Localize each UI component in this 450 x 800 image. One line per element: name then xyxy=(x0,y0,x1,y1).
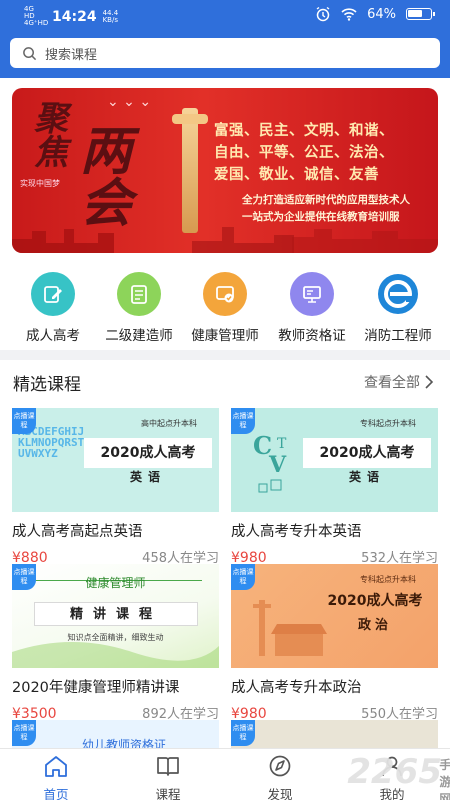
course-title: 成人高考专升本政治 xyxy=(231,680,362,696)
site-watermark: 2265 手游网 xyxy=(347,752,450,800)
course-card[interactable]: 幼儿教师资格证 点播课程 xyxy=(12,720,219,748)
svg-text:T: T xyxy=(277,436,287,452)
on-demand-tag: 点播课程 xyxy=(231,564,255,590)
banner-slogan: 全力打造适应新时代的应用型技术人 一站式为企业提供在线教育培训服 xyxy=(242,194,410,223)
home-icon xyxy=(45,756,67,777)
course-card[interactable]: 专科起点升本科 2020成人高考 政治 点播课程 成人高考专升本政治 ¥980 … xyxy=(231,564,438,722)
tiananmen-illustration xyxy=(253,600,327,656)
on-demand-tag: 点播课程 xyxy=(12,408,36,434)
course-card[interactable]: C V T 专科起点升本科 2020成人高考 英语 点播课程 成人高考专升本英语… xyxy=(231,408,438,566)
nav-courses[interactable]: 课程 xyxy=(138,754,198,800)
thumb-title: 健康管理师 xyxy=(85,576,146,590)
thumb-title: 2020成人高考 xyxy=(327,593,423,609)
network-indicator: 4G HD 4G⁺HD xyxy=(24,5,49,27)
search-bar[interactable]: 搜索课程 xyxy=(10,38,440,68)
category-teacher-certificate[interactable]: 教师资格证 xyxy=(267,272,357,344)
network-speed: 44.4 KB/s xyxy=(102,8,119,24)
banner-subtitle: 实现中国梦 xyxy=(20,179,60,188)
course-thumbnail: 点播课程 xyxy=(231,720,438,748)
course-thumbnail: 健康管理师 精讲课程 知识点全面精讲，细致生动 点播课程 xyxy=(12,564,219,668)
chevron-right-icon xyxy=(425,375,434,389)
wifi-icon xyxy=(341,8,357,21)
search-input[interactable]: 搜索课程 xyxy=(45,44,97,63)
on-demand-tag: 点播课程 xyxy=(12,720,36,746)
course-thumbnail: 专科起点升本科 2020成人高考 政治 点播课程 xyxy=(231,564,438,668)
huabiao-pillar-illustration xyxy=(172,108,208,233)
thumb-title: 幼儿教师资格证 xyxy=(82,738,167,748)
app-header: 4G HD 4G⁺HD 14:24 44.4 KB/s 64% 搜索课程 xyxy=(0,0,450,78)
svg-text:V: V xyxy=(268,452,287,478)
thumb-note: 知识点全面精讲，细致生动 xyxy=(67,633,164,642)
promo-banner[interactable]: ⌄ ⌄ ⌄ 聚焦 两会 实现中国梦 富强、民主、文明、和谐、 自由、平等、公正、… xyxy=(12,88,438,253)
presentation-board-icon xyxy=(290,272,334,316)
course-thumbnail: 幼儿教师资格证 点播课程 xyxy=(12,720,219,748)
thumb-subject: 精讲课程 xyxy=(34,602,198,626)
search-icon xyxy=(23,46,37,60)
category-second-class-constructor[interactable]: 二级建造师 xyxy=(94,272,184,344)
on-demand-tag: 点播课程 xyxy=(231,720,255,746)
nav-discover[interactable]: 发现 xyxy=(250,754,310,800)
category-adult-college-exam[interactable]: 成人高考 xyxy=(8,272,98,344)
brand-e-logo-icon xyxy=(376,272,420,316)
course-card[interactable]: ABCDEFGHIJKLMNOPQRSTUVWXYZ 高中起点升本科 2020成… xyxy=(12,408,219,566)
document-list-icon xyxy=(117,272,161,316)
category-health-manager[interactable]: 健康管理师 xyxy=(180,272,270,344)
status-time: 14:24 xyxy=(52,8,97,25)
course-card[interactable]: 点播课程 xyxy=(231,720,438,748)
thumb-subject: 政治 xyxy=(357,618,392,633)
featured-courses-title: 精选课程 xyxy=(13,375,81,395)
on-demand-tag: 点播课程 xyxy=(12,564,36,590)
status-bar: 4G HD 4G⁺HD 14:24 44.4 KB/s 64% xyxy=(0,0,450,30)
course-card[interactable]: 健康管理师 精讲课程 知识点全面精讲，细致生动 点播课程 2020年健康管理师精… xyxy=(12,564,219,722)
view-all-label: 查看全部 xyxy=(364,375,420,391)
course-title: 2020年健康管理师精讲课 xyxy=(12,680,180,696)
alarm-icon xyxy=(316,6,330,22)
nav-home[interactable]: 首页 xyxy=(26,754,86,800)
letters-decoration: C V T xyxy=(253,431,287,493)
course-title: 成人高考专升本英语 xyxy=(231,524,362,540)
certificate-check-icon xyxy=(203,272,247,316)
battery-percent: 64% xyxy=(367,6,396,22)
birds-decoration: ⌄ ⌄ ⌄ xyxy=(107,94,152,110)
battery-icon xyxy=(406,8,435,20)
course-thumbnail: ABCDEFGHIJKLMNOPQRSTUVWXYZ 高中起点升本科 2020成… xyxy=(12,408,219,512)
course-thumbnail: C V T 专科起点升本科 2020成人高考 英语 点播课程 xyxy=(231,408,438,512)
view-all-link[interactable]: 查看全部 xyxy=(364,372,434,392)
category-row: 成人高考 二级建造师 健康管理师 教师资格证 消防工程师 xyxy=(0,272,450,348)
course-title: 成人高考高起点英语 xyxy=(12,524,143,540)
book-icon xyxy=(157,757,179,776)
section-divider xyxy=(0,350,450,360)
category-fire-engineer[interactable]: 消防工程师 xyxy=(353,272,443,344)
banner-core-values: 富强、民主、文明、和谐、 自由、平等、公正、法治、 爱国、敬业、诚信、友善 xyxy=(214,123,394,183)
pencil-note-icon xyxy=(31,272,75,316)
compass-icon xyxy=(269,755,291,777)
on-demand-tag: 点播课程 xyxy=(231,408,255,434)
